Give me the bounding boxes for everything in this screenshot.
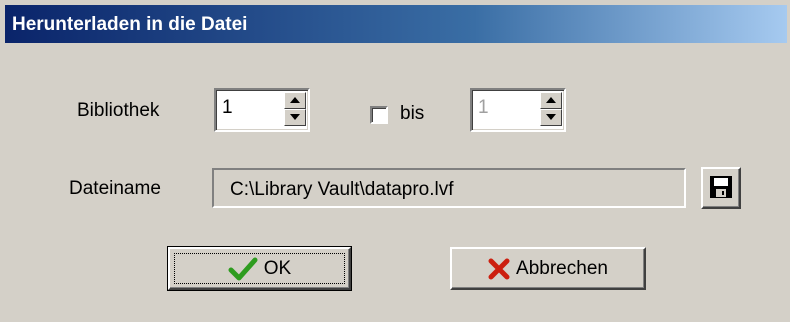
cancel-button[interactable]: Abbrechen — [450, 247, 646, 290]
arrow-up-icon — [546, 97, 556, 103]
title-bar[interactable]: Herunterladen in die Datei — [5, 5, 787, 43]
save-file-button[interactable] — [701, 167, 741, 209]
arrow-up-icon — [290, 97, 300, 103]
library-to-up-button[interactable] — [540, 92, 562, 109]
library-to-value: 1 — [478, 97, 489, 118]
checkmark-icon — [228, 257, 258, 280]
filename-label: Dateiname — [69, 178, 161, 199]
download-dialog: Herunterladen in die Datei Bibliothek 1 … — [0, 0, 790, 322]
filename-value: C:\Library Vault\datapro.lvf — [230, 179, 454, 200]
library-to-checkbox[interactable] — [370, 106, 388, 124]
library-from-spinner[interactable]: 1 — [214, 88, 310, 132]
library-to-down-button[interactable] — [540, 109, 562, 126]
library-from-value: 1 — [222, 97, 233, 118]
arrow-down-icon — [290, 114, 300, 120]
ok-label: OK — [263, 257, 292, 279]
ok-button[interactable]: OK — [167, 246, 352, 291]
floppy-disk-icon — [710, 176, 732, 198]
library-from-down-button[interactable] — [284, 109, 306, 126]
x-icon — [488, 258, 510, 279]
library-from-up-button[interactable] — [284, 92, 306, 109]
cancel-label: Abbrechen — [516, 257, 608, 279]
library-label: Bibliothek — [77, 100, 160, 121]
library-to-label: bis — [400, 103, 425, 124]
filename-field[interactable]: C:\Library Vault\datapro.lvf — [212, 168, 686, 208]
window-title: Herunterladen in die Datei — [12, 14, 248, 35]
arrow-down-icon — [546, 114, 556, 120]
library-to-spinner[interactable]: 1 — [470, 88, 566, 132]
